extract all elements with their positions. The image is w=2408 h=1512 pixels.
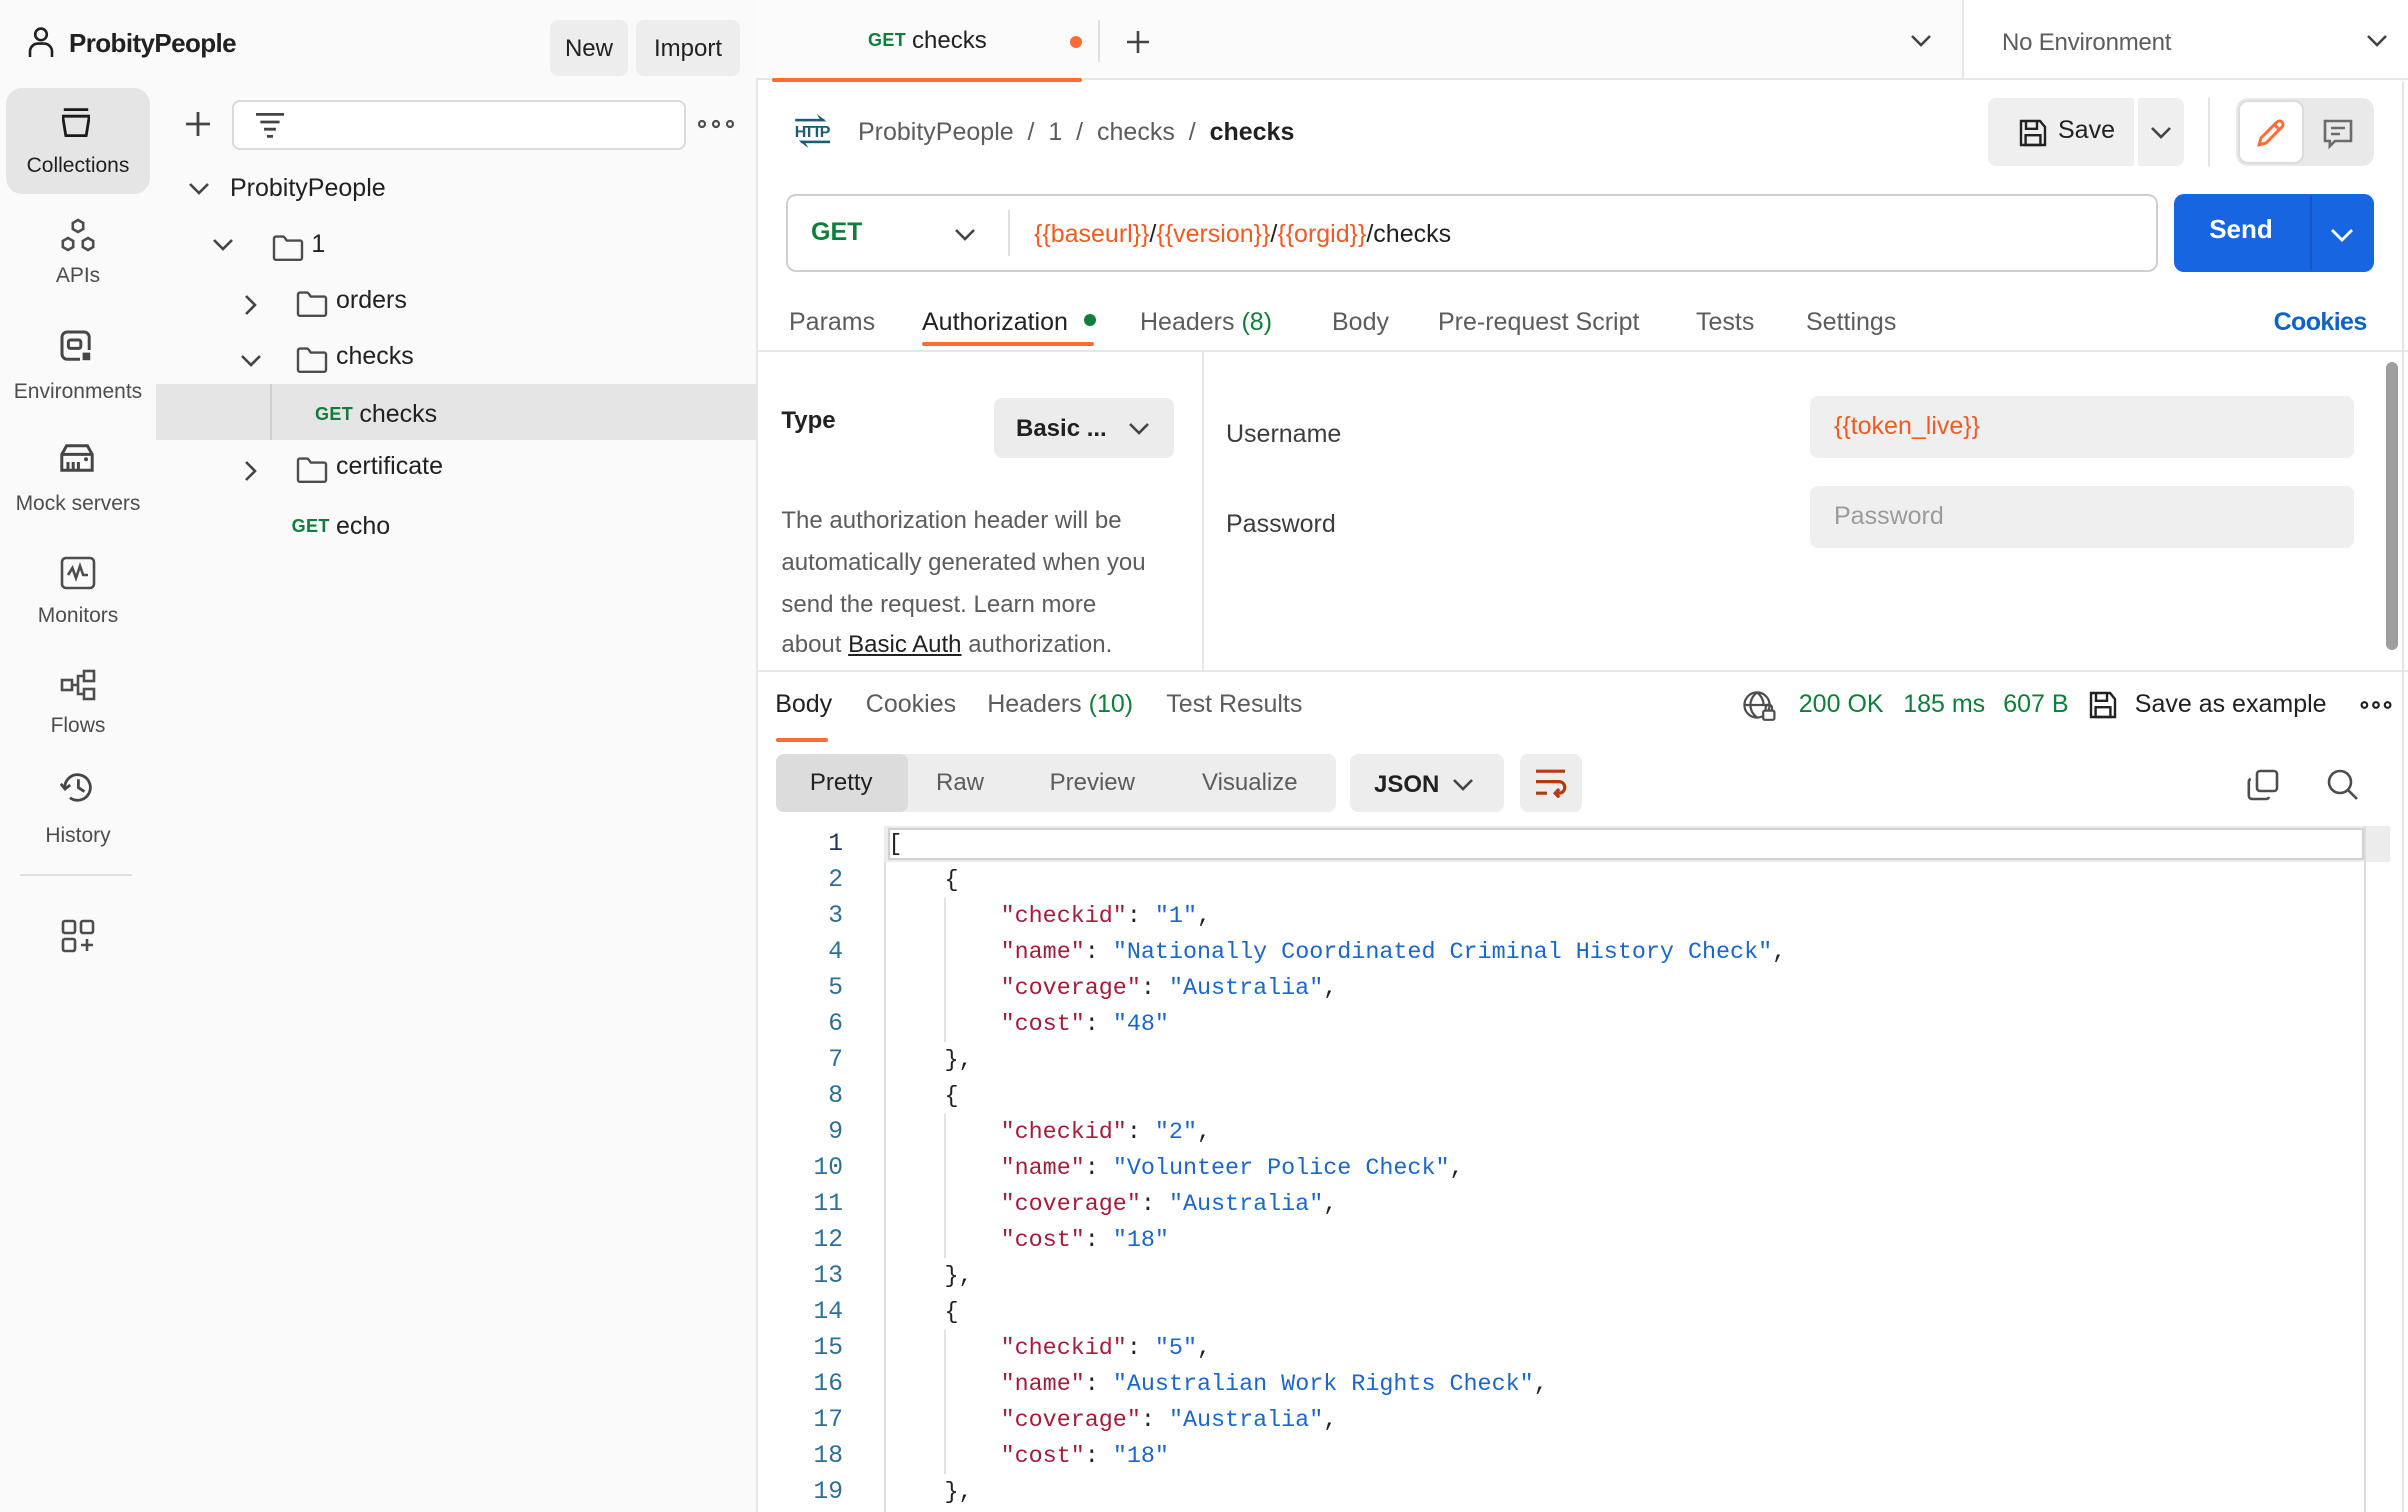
- svg-text:HTTP: HTTP: [794, 124, 830, 141]
